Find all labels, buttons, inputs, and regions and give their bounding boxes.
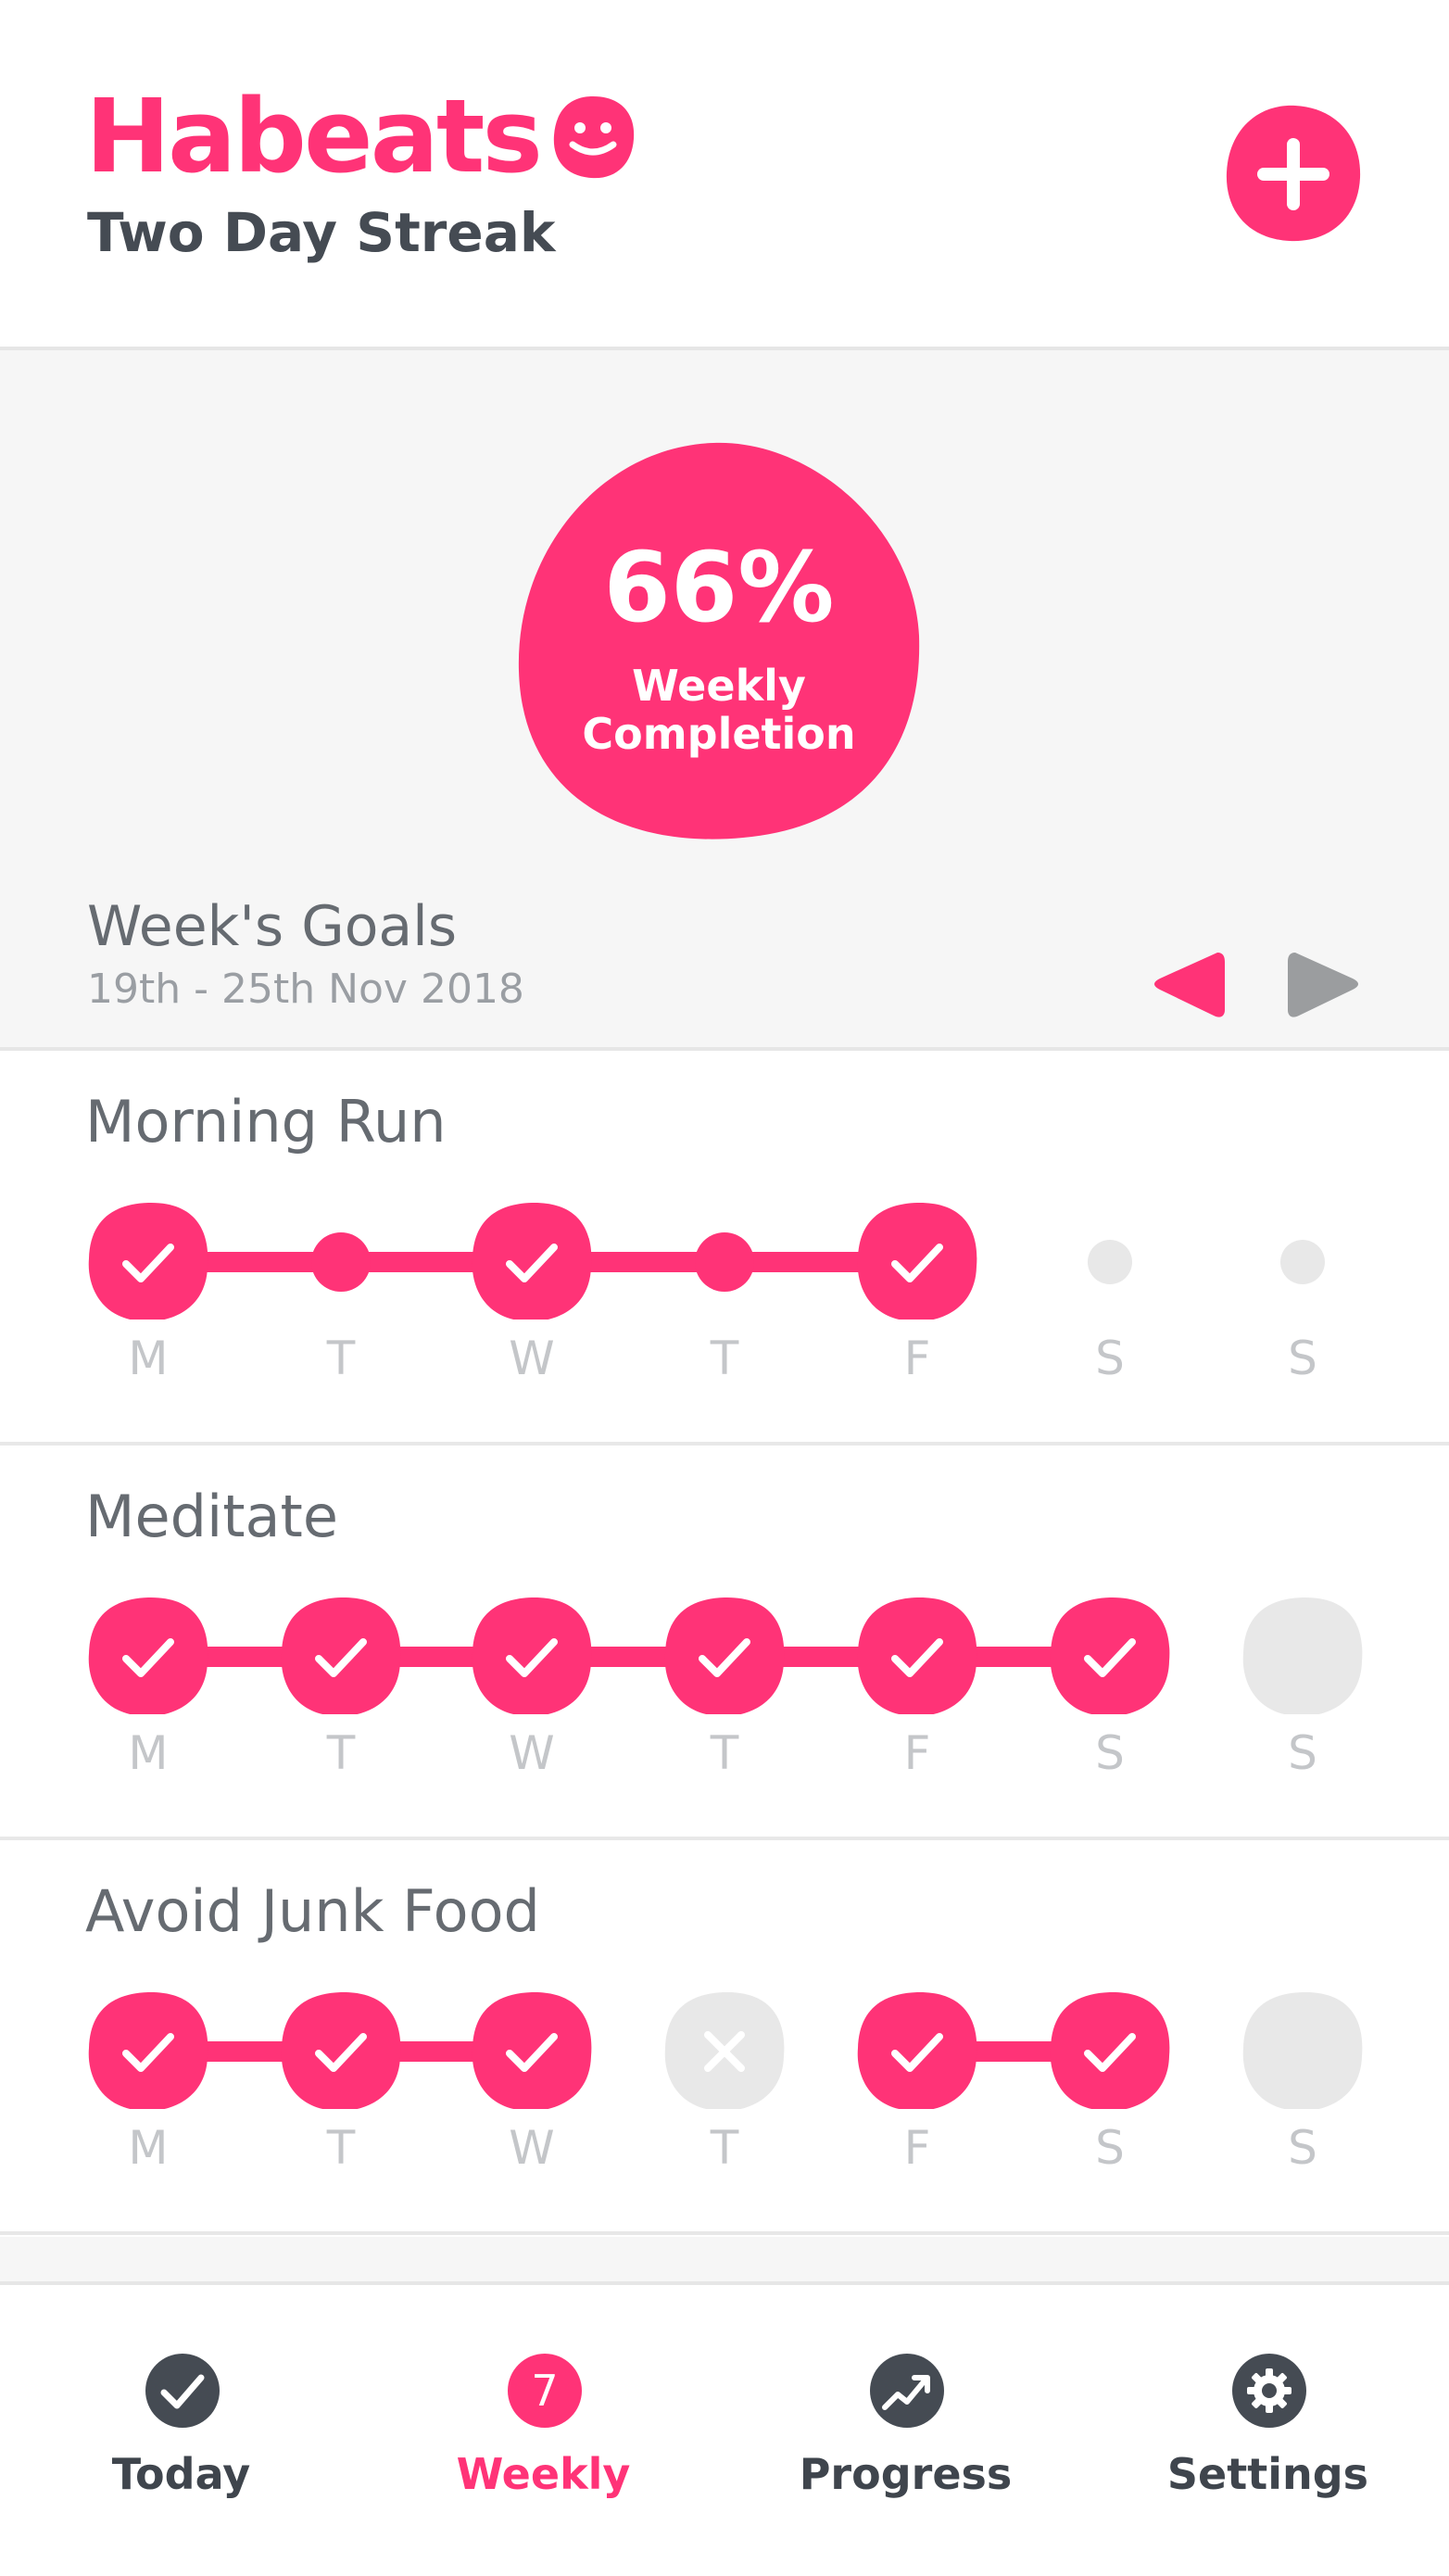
- day-marker-done[interactable]: [281, 1991, 401, 2109]
- completion-percent: 66%: [603, 531, 835, 644]
- day-label: T: [710, 1332, 739, 1385]
- day-label: T: [710, 1726, 739, 1780]
- day-label: S: [1095, 2121, 1125, 2175]
- tab-today[interactable]: Today: [0, 2285, 362, 2576]
- day-label: F: [903, 1332, 931, 1385]
- day-label: M: [128, 1726, 169, 1780]
- habit-name: Meditate: [85, 1483, 338, 1550]
- day-label: S: [1095, 1726, 1125, 1780]
- day-label: S: [1288, 2121, 1317, 2175]
- streak-label: Two Day Streak: [87, 201, 556, 264]
- app-title: Habeats: [85, 77, 543, 196]
- day-marker-rest[interactable]: [311, 1232, 371, 1292]
- triangle-right-icon: [1288, 953, 1358, 1017]
- habit-day-track: [88, 1597, 1363, 1714]
- week-goals-title: Week's Goals: [87, 894, 458, 959]
- day-marker-done[interactable]: [857, 1991, 977, 2109]
- day-label: T: [326, 1726, 356, 1780]
- check-circle-icon: [145, 2354, 220, 2428]
- habit-name: Avoid Junk Food: [85, 1877, 540, 1945]
- day-marker-rest-pending[interactable]: [1088, 1240, 1132, 1284]
- day-label: F: [903, 1726, 931, 1780]
- day-marker-pending[interactable]: [1242, 1597, 1363, 1714]
- habit-row: Morning Run M T W T F S S: [0, 1051, 1449, 1446]
- day-marker-pending[interactable]: [1242, 1991, 1363, 2109]
- bottom-tab-bar: Today 7 Weekly Progress Settings: [0, 2285, 1449, 2576]
- weekly-badge-number: 7: [531, 2366, 558, 2416]
- smiley-face-icon: [553, 96, 635, 179]
- app-header: Habeats Two Day Streak: [0, 0, 1449, 347]
- day-marker-missed[interactable]: [664, 1991, 785, 2109]
- day-marker-done[interactable]: [664, 1597, 785, 1714]
- tab-settings-label: Settings: [1166, 2449, 1369, 2499]
- day-label: W: [509, 2121, 555, 2175]
- tab-weekly-label: Weekly: [456, 2449, 631, 2499]
- week-date-range: 19th - 25th Nov 2018: [87, 966, 524, 1013]
- day-marker-done[interactable]: [1050, 1991, 1170, 2109]
- tab-today-label: Today: [111, 2449, 251, 2499]
- gear-icon: [1232, 2354, 1306, 2428]
- completion-label-line2: Completion: [582, 709, 856, 759]
- habit-day-track: [88, 1991, 1363, 2109]
- day-marker-done[interactable]: [857, 1597, 977, 1714]
- day-marker-done[interactable]: [857, 1202, 977, 1320]
- day-label: F: [903, 2121, 931, 2175]
- trend-chart-icon: [870, 2354, 944, 2428]
- tab-progress[interactable]: Progress: [724, 2285, 1087, 2576]
- day-label: M: [128, 2121, 169, 2175]
- day-marker-done[interactable]: [281, 1597, 401, 1714]
- completion-label-line1: Weekly: [632, 661, 806, 711]
- completion-label: Weekly Completion: [515, 662, 923, 758]
- day-label: T: [326, 2121, 356, 2175]
- habit-row: Avoid Junk Food M T W T F S S: [0, 1840, 1449, 2235]
- day-label: M: [128, 1332, 169, 1385]
- tab-progress-label: Progress: [799, 2449, 1013, 2499]
- day-label: S: [1288, 1332, 1317, 1385]
- day-label: W: [509, 1726, 555, 1780]
- day-marker-done[interactable]: [88, 1597, 208, 1714]
- tab-settings[interactable]: Settings: [1087, 2285, 1449, 2576]
- day-label: T: [326, 1332, 356, 1385]
- day-label: S: [1288, 1726, 1317, 1780]
- day-marker-rest[interactable]: [695, 1232, 754, 1292]
- day-marker-done[interactable]: [472, 1991, 592, 2109]
- next-week-button[interactable]: [1286, 949, 1360, 1019]
- tab-weekly[interactable]: 7 Weekly: [362, 2285, 724, 2576]
- day-marker-rest-pending[interactable]: [1280, 1240, 1325, 1284]
- day-label: W: [509, 1332, 555, 1385]
- day-marker-done[interactable]: [88, 1991, 208, 2109]
- previous-week-button[interactable]: [1153, 949, 1227, 1019]
- list-end-divider: [0, 2237, 1449, 2285]
- habit-row: Meditate M T W T F S S: [0, 1446, 1449, 1840]
- day-marker-done[interactable]: [1050, 1597, 1170, 1714]
- add-habit-button[interactable]: [1223, 104, 1364, 245]
- day-marker-done[interactable]: [472, 1597, 592, 1714]
- calendar-seven-icon: 7: [508, 2354, 582, 2428]
- day-label: T: [710, 2121, 739, 2175]
- weekly-summary-panel: 66% Weekly Completion Week's Goals 19th …: [0, 347, 1449, 1051]
- triangle-left-icon: [1154, 953, 1225, 1017]
- habit-name: Morning Run: [85, 1088, 447, 1155]
- habit-day-track: [88, 1202, 1325, 1320]
- day-marker-done[interactable]: [88, 1202, 208, 1320]
- day-marker-done[interactable]: [472, 1202, 592, 1320]
- day-label: S: [1095, 1332, 1125, 1385]
